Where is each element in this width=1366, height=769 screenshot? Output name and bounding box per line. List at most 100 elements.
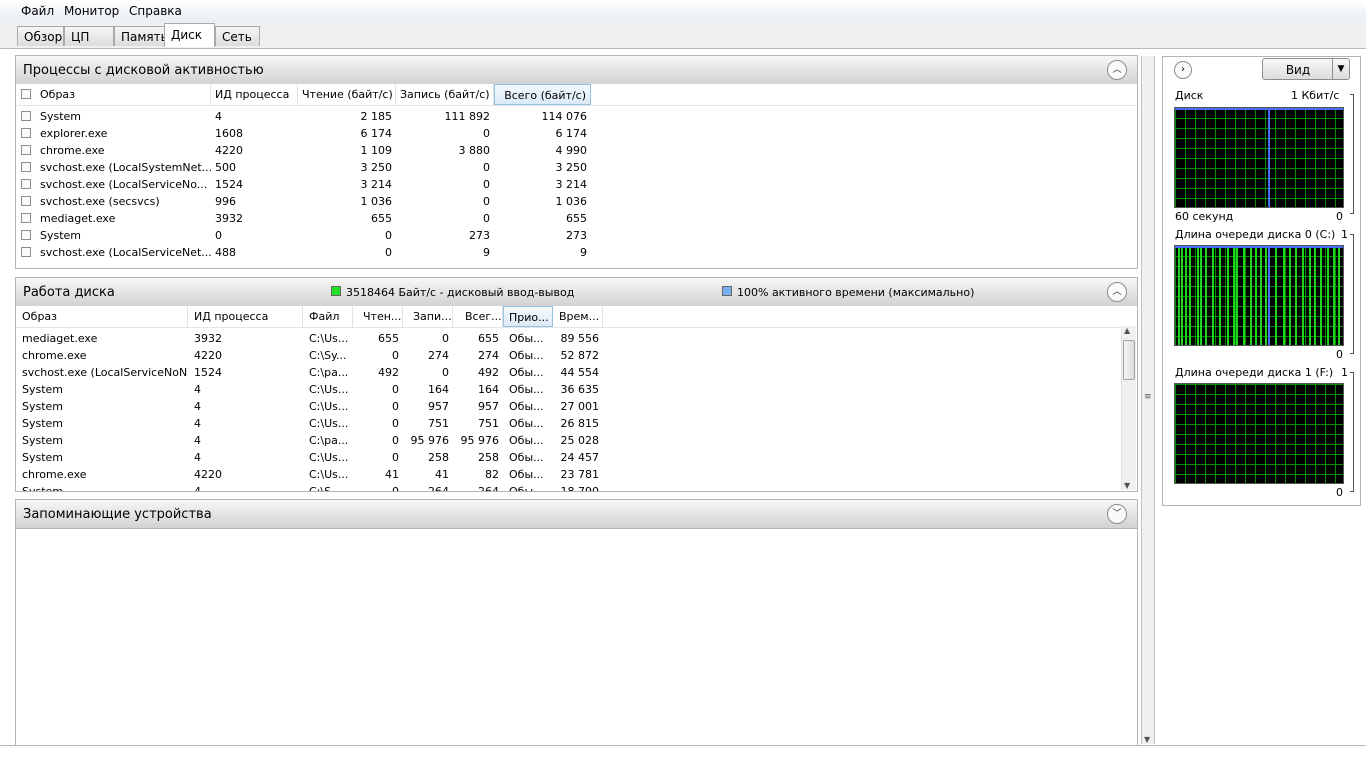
table-row[interactable]: explorer.exe 1608 6 174 0 6 174: [16, 125, 1137, 142]
expand-down-icon[interactable]: ﹀: [1107, 504, 1127, 524]
menu-monitor[interactable]: Монитор: [64, 4, 119, 18]
tab-disk[interactable]: Диск: [164, 23, 215, 47]
active-legend-text: 100% активного времени (максимально): [737, 286, 975, 299]
table-cell: 957: [478, 400, 499, 413]
disk-spike: [1268, 108, 1270, 207]
disk-work-header[interactable]: Работа диска 3518464 Байт/с - дисковый в…: [16, 278, 1137, 307]
disk-graph-time: 60 секунд: [1175, 210, 1234, 223]
col-write[interactable]: Запись (байт/с): [396, 84, 494, 105]
disk-graph-bracket: [1350, 94, 1354, 214]
col-total[interactable]: Всего (байт/с): [494, 84, 591, 105]
col-read[interactable]: Чтен...: [353, 306, 403, 327]
table-cell: 258: [428, 451, 449, 464]
table-cell: 0: [392, 383, 399, 396]
col-read[interactable]: Чтение (байт/с): [298, 84, 396, 105]
table-cell: System: [40, 110, 82, 123]
table-row[interactable]: mediaget.exe 3932 655 0 655: [16, 210, 1137, 227]
col-pid[interactable]: ИД процесса: [211, 84, 298, 105]
collapse-panel-icon[interactable]: ›: [1174, 61, 1192, 79]
table-row[interactable]: chrome.exe 4220 C:\Sy... 0 274 274 Обы... 52 87…: [16, 347, 1121, 364]
row-checkbox[interactable]: [21, 179, 31, 189]
chevron-down-icon[interactable]: ▼: [1332, 59, 1349, 79]
col-priority[interactable]: Прио...: [503, 306, 553, 327]
table-cell: 6 174: [555, 127, 588, 140]
table-row[interactable]: System 0 0 273 273: [16, 227, 1137, 244]
table-cell: 0: [392, 485, 399, 492]
table-cell: svchost.exe (LocalSystemNet...: [40, 161, 211, 174]
row-checkbox[interactable]: [21, 196, 31, 206]
table-row[interactable]: System 4 C:\pa... 0 95 976 95 976 Обы... 25 028: [16, 432, 1121, 449]
table-cell: 3 214: [360, 178, 393, 191]
table-cell: 4220: [194, 349, 222, 362]
panel-splitter[interactable]: ≡ ▼: [1141, 56, 1155, 744]
queue-bar: [1327, 248, 1329, 345]
table-row[interactable]: mediaget.exe 3932 C:\Us... 655 0 655 Обы... 89 …: [16, 330, 1121, 347]
queue-bar: [1200, 248, 1202, 345]
row-checkbox[interactable]: [21, 230, 31, 240]
queue0-graph-bracket: [1350, 234, 1354, 354]
row-checkbox[interactable]: [21, 162, 31, 172]
table-cell: 1524: [215, 178, 243, 191]
row-checkbox[interactable]: [21, 145, 31, 155]
collapse-up-icon[interactable]: ︿: [1107, 282, 1127, 302]
tab-overview[interactable]: Обзор: [17, 26, 64, 46]
scroll-down-icon[interactable]: ▼: [1144, 735, 1150, 744]
table-row[interactable]: svchost.exe (LocalSystemNet... 500 3 250 0 3…: [16, 159, 1137, 176]
storage-header[interactable]: Запоминающие устройства ﹀: [16, 500, 1137, 529]
select-all-checkbox[interactable]: [21, 89, 31, 99]
table-row[interactable]: System 4 C:\Us... 0 258 258 Обы... 24 457: [16, 449, 1121, 466]
tab-network[interactable]: Сеть: [215, 26, 260, 46]
table-cell: 0: [392, 434, 399, 447]
queue-bar: [1283, 248, 1285, 345]
table-row[interactable]: svchost.exe (LocalServiceNoN... 1524 C:\pa…: [16, 364, 1121, 381]
table-row[interactable]: chrome.exe 4220 1 109 3 880 4 990: [16, 142, 1137, 159]
col-image[interactable]: Образ: [35, 84, 211, 105]
table-cell: 3932: [215, 212, 243, 225]
disk-activity-header[interactable]: Процессы с дисковой активностью ︿: [16, 56, 1137, 85]
table-cell: C:\pa...: [309, 434, 349, 447]
table-row[interactable]: System 4 C:\S... 0 264 264 Обы... 18 790: [16, 483, 1121, 492]
row-checkbox[interactable]: [21, 128, 31, 138]
scroll-down-icon[interactable]: ▼: [1124, 481, 1130, 490]
row-checkbox[interactable]: [21, 111, 31, 121]
tab-cpu[interactable]: ЦП: [64, 26, 114, 46]
disk-work-scrollbar[interactable]: ▲ ▼: [1121, 326, 1136, 490]
queue-bar: [1212, 248, 1214, 345]
table-row[interactable]: System 4 2 185 111 892 114 076: [16, 108, 1137, 125]
col-total[interactable]: Всег...: [453, 306, 503, 327]
table-cell: System: [22, 451, 64, 464]
col-pid[interactable]: ИД процесса: [188, 306, 303, 327]
col-image[interactable]: Образ: [16, 306, 188, 327]
storage-section: Запоминающие устройства ﹀: [15, 499, 1138, 745]
menu-file[interactable]: Файл: [21, 4, 54, 18]
row-checkbox[interactable]: [21, 247, 31, 257]
table-cell: C:\pa...: [309, 366, 349, 379]
table-cell: chrome.exe: [22, 349, 87, 362]
col-response-time[interactable]: Врем...: [553, 306, 603, 327]
table-cell: Обы...: [509, 417, 544, 430]
table-cell: 25 028: [560, 434, 600, 447]
col-write[interactable]: Запи...: [403, 306, 453, 327]
view-button[interactable]: Вид ▼: [1262, 58, 1350, 80]
table-row[interactable]: System 4 C:\Us... 0 751 751 Обы... 26 815: [16, 415, 1121, 432]
table-cell: 0: [483, 161, 490, 174]
table-cell: chrome.exe: [22, 468, 87, 481]
scroll-thumb[interactable]: [1123, 340, 1135, 380]
table-row[interactable]: chrome.exe 4220 C:\Us... 41 41 82 Обы... 23 781: [16, 466, 1121, 483]
row-checkbox[interactable]: [21, 213, 31, 223]
table-row[interactable]: svchost.exe (LocalServiceNet... 488 0 9 9: [16, 244, 1137, 261]
table-row[interactable]: System 4 C:\Us... 0 164 164 Обы... 36 635: [16, 381, 1121, 398]
collapse-up-icon[interactable]: ︿: [1107, 60, 1127, 80]
table-cell: svchost.exe (LocalServiceNo...: [40, 178, 208, 191]
tab-memory[interactable]: Память: [114, 26, 168, 46]
col-file[interactable]: Файл: [303, 306, 353, 327]
table-cell: 1524: [194, 366, 222, 379]
table-cell: 751: [428, 417, 449, 430]
queue1-graph-title: Длина очереди диска 1 (F:): [1175, 366, 1334, 379]
table-row[interactable]: svchost.exe (secsvcs) 996 1 036 0 1 036: [16, 193, 1137, 210]
scroll-up-icon[interactable]: ▲: [1124, 326, 1130, 335]
queue-bar: [1260, 248, 1262, 345]
menu-help[interactable]: Справка: [129, 4, 182, 18]
table-row[interactable]: svchost.exe (LocalServiceNo... 1524 3 214 0…: [16, 176, 1137, 193]
table-row[interactable]: System 4 C:\Us... 0 957 957 Обы... 27 001: [16, 398, 1121, 415]
